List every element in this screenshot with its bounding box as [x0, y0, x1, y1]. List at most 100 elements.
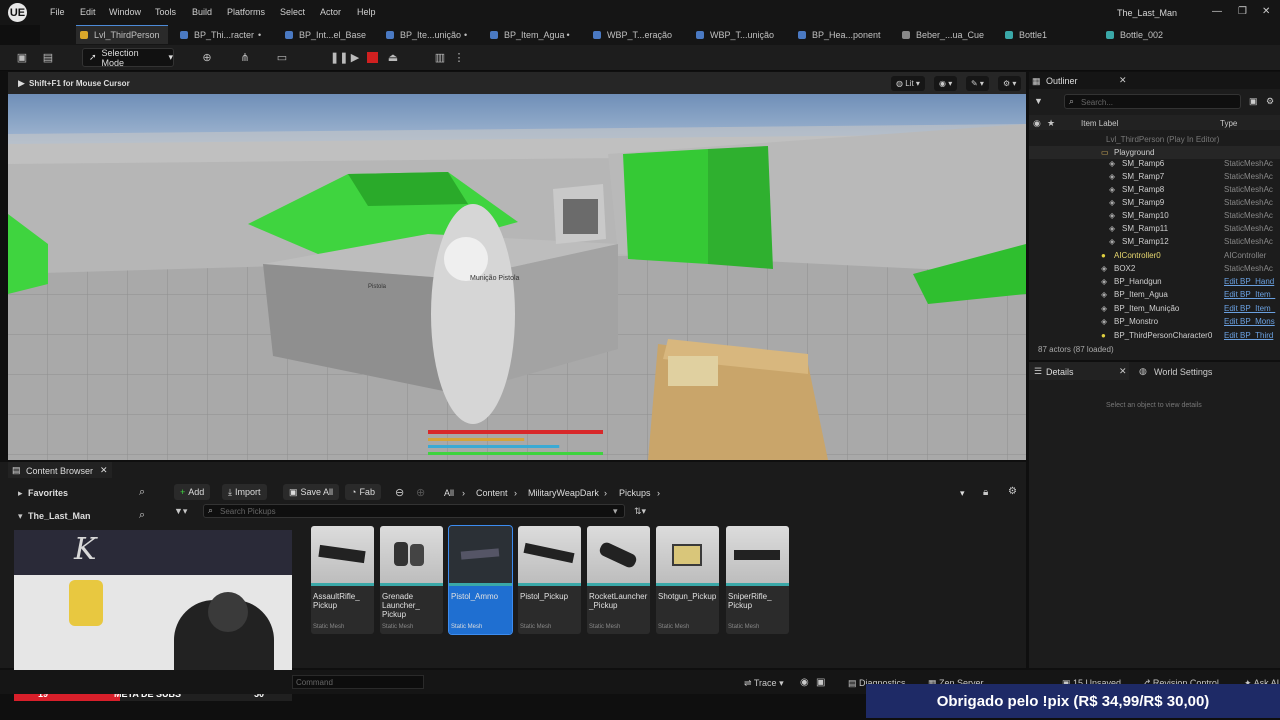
more-options-icon[interactable]: ⋮	[452, 51, 466, 65]
outliner-row[interactable]: ◈ SM_Ramp12 StaticMeshAc	[1029, 235, 1280, 248]
menu-file[interactable]: File	[50, 7, 65, 17]
tab-bp-item-agua[interactable]: BP_Item_Agua •	[490, 25, 570, 44]
close-icon[interactable]: ✕	[1119, 366, 1127, 377]
close-icon[interactable]: ✕	[1119, 75, 1127, 86]
outliner-row[interactable]: ◈ BP_Handgun Edit BP_Hand	[1029, 275, 1280, 288]
project-section[interactable]: The_Last_Man	[28, 511, 91, 521]
chevron-down-icon[interactable]: ▾	[960, 488, 965, 499]
tab-bp-item-municao[interactable]: BP_Ite...unição •	[386, 25, 467, 44]
selection-mode-dropdown[interactable]: ➚ Selection Mode ▾	[82, 48, 174, 68]
eye-icon[interactable]: ◉	[1033, 118, 1041, 129]
menu-platforms[interactable]: Platforms	[227, 7, 265, 17]
asset-tile[interactable]: AssaultRifle_ Pickup Static Mesh	[311, 526, 374, 634]
forward-icon[interactable]: ⊕	[416, 486, 425, 499]
col-type[interactable]: Type	[1220, 119, 1237, 128]
breadcrumb-all[interactable]: All	[444, 488, 454, 498]
content-icon[interactable]: ▤	[41, 51, 55, 65]
filter-icon[interactable]: ▼▾	[174, 506, 187, 517]
menu-build[interactable]: Build	[192, 7, 212, 17]
outliner-row[interactable]: ◈ SM_Ramp11 StaticMeshAc	[1029, 222, 1280, 235]
tab-bottle1[interactable]: Bottle1	[1005, 25, 1047, 44]
favorites-section[interactable]: Favorites	[28, 488, 68, 498]
console-command-input[interactable]: Command	[292, 675, 424, 689]
outliner-row[interactable]: ◈ SM_Ramp8 StaticMeshAc	[1029, 183, 1280, 196]
outliner-row[interactable]: ● BP_ThirdPersonCharacter0 Edit BP_Third	[1029, 329, 1280, 342]
save-icon[interactable]: ▣	[15, 51, 29, 65]
add-actor-icon[interactable]: ⊕	[200, 51, 214, 65]
asset-tile[interactable]: SniperRifle_ Pickup Static Mesh	[726, 526, 789, 634]
filter-icon[interactable]: ▼	[1034, 96, 1043, 106]
asset-tile[interactable]: RocketLauncher _Pickup Static Mesh	[587, 526, 650, 634]
sort-icon[interactable]: ⇅▾	[634, 506, 646, 517]
menu-actor[interactable]: Actor	[320, 7, 341, 17]
unreal-logo-icon[interactable]: UE	[8, 3, 27, 22]
star-icon[interactable]: ★	[1047, 118, 1055, 129]
level-viewport[interactable]: Munição Pistola Pistola	[8, 94, 1026, 460]
close-icon[interactable]: ✕	[1262, 6, 1270, 17]
pause-icon[interactable]: ❚❚	[330, 51, 348, 65]
edit-blueprint-link[interactable]: Edit BP_Mons	[1224, 317, 1280, 326]
cinematics-icon[interactable]: ▭	[275, 51, 289, 65]
minimize-icon[interactable]: —	[1212, 6, 1222, 17]
menu-window[interactable]: Window	[109, 7, 141, 17]
search-icon[interactable]: ⌕	[139, 509, 145, 522]
edit-blueprint-link[interactable]: Edit BP_Hand	[1224, 277, 1280, 286]
tab-bp-interactable-base[interactable]: BP_Int...el_Base	[285, 25, 366, 44]
tab-lvl-thirdperson[interactable]: Lvl_ThirdPerson	[76, 25, 168, 44]
gear-icon[interactable]: ⚙	[1266, 96, 1274, 107]
import-button[interactable]: ⤓ Import	[222, 484, 267, 500]
tab-wbp-municao[interactable]: WBP_T...unição	[696, 25, 774, 44]
tab-bp-health-component[interactable]: BP_Hea...ponent	[798, 25, 881, 44]
gear-icon[interactable]: ⚙	[1008, 486, 1017, 497]
blueprints-icon[interactable]: ⋔	[238, 51, 252, 65]
outliner-row[interactable]: ◈ BP_Monstro Edit BP_Mons	[1029, 315, 1280, 328]
outliner-row[interactable]: Lvl_ThirdPerson (Play In Editor)	[1029, 133, 1280, 146]
fab-button[interactable]: ◔ Fab	[345, 484, 381, 500]
viewport-settings-button[interactable]: ⚙ ▾	[998, 76, 1022, 91]
save-all-button[interactable]: ▣ Save All	[283, 484, 340, 500]
camera-icon[interactable]: ▣	[816, 677, 825, 688]
edit-blueprint-link[interactable]: Edit BP_Third	[1224, 331, 1280, 340]
trace-button[interactable]: ⇌ Trace ▾	[744, 678, 784, 689]
col-item-label[interactable]: Item Label	[1081, 119, 1118, 128]
edit-blueprint-link[interactable]: Edit BP_Item_	[1224, 290, 1280, 299]
asset-tile[interactable]: Grenade Launcher_ Pickup Static Mesh	[380, 526, 443, 634]
outliner-row[interactable]: ◈ BOX2 StaticMeshAc	[1029, 262, 1280, 275]
menu-edit[interactable]: Edit	[80, 7, 96, 17]
tab-bottle-002[interactable]: Bottle_002	[1106, 25, 1163, 44]
details-tab[interactable]: ☰ Details ✕	[1029, 362, 1129, 380]
world-settings-tab[interactable]: ◍ World Settings	[1133, 362, 1233, 380]
outliner-row[interactable]: ◈ SM_Ramp10 StaticMeshAc	[1029, 209, 1280, 222]
breadcrumb-militaryweapdark[interactable]: MilitaryWeapDark	[528, 488, 599, 498]
maximize-icon[interactable]: ❐	[1238, 6, 1247, 17]
tab-bp-thirdpersoncharacter[interactable]: BP_Thi...racter •	[180, 25, 261, 44]
outliner-row[interactable]: ◈ BP_Item_Munição Edit BP_Item_	[1029, 302, 1280, 315]
close-icon[interactable]: ✕	[100, 465, 108, 476]
outliner-row[interactable]: ◈ SM_Ramp7 StaticMeshAc	[1029, 170, 1280, 183]
eject-icon[interactable]: ⏏	[386, 51, 400, 65]
lock-icon[interactable]: 🔒︎	[983, 487, 988, 498]
stop-icon[interactable]	[367, 52, 378, 63]
tab-wbp-interacao[interactable]: WBP_T...eração	[593, 25, 672, 44]
breadcrumb-pickups[interactable]: Pickups	[619, 488, 651, 498]
tab-beber-agua-cue[interactable]: Beber_...ua_Cue	[902, 25, 984, 44]
asset-search-input[interactable]: ⌕ Search Pickups ▾	[203, 504, 625, 518]
asset-tile-selected[interactable]: Pistol_Ammo Static Mesh	[448, 525, 513, 635]
transform-tools-button[interactable]: ✎ ▾	[966, 76, 989, 91]
search-icon[interactable]: ⌕	[139, 486, 145, 499]
asset-tile[interactable]: Pistol_Pickup Static Mesh	[518, 526, 581, 634]
add-folder-icon[interactable]: ▣	[1249, 96, 1258, 107]
add-button[interactable]: + Add	[174, 484, 211, 500]
show-flags-button[interactable]: ◉ ▾	[934, 76, 958, 91]
breadcrumb-content[interactable]: Content	[476, 488, 508, 498]
lit-mode-button[interactable]: ◍ Lit ▾	[891, 76, 925, 91]
outliner-row[interactable]: ◈ SM_Ramp9 StaticMeshAc	[1029, 196, 1280, 209]
outliner-search-input[interactable]: ⌕ Search...	[1064, 94, 1241, 109]
menu-select[interactable]: Select	[280, 7, 305, 17]
record-icon[interactable]: ◉	[800, 677, 809, 688]
content-browser-tab[interactable]: ▤ Content Browser ✕	[8, 462, 112, 478]
asset-tile[interactable]: Shotgun_Pickup Static Mesh	[656, 526, 719, 634]
menu-tools[interactable]: Tools	[155, 7, 176, 17]
edit-blueprint-link[interactable]: Edit BP_Item_	[1224, 304, 1280, 313]
outliner-row[interactable]: ● AIController0 AIController	[1029, 249, 1280, 262]
